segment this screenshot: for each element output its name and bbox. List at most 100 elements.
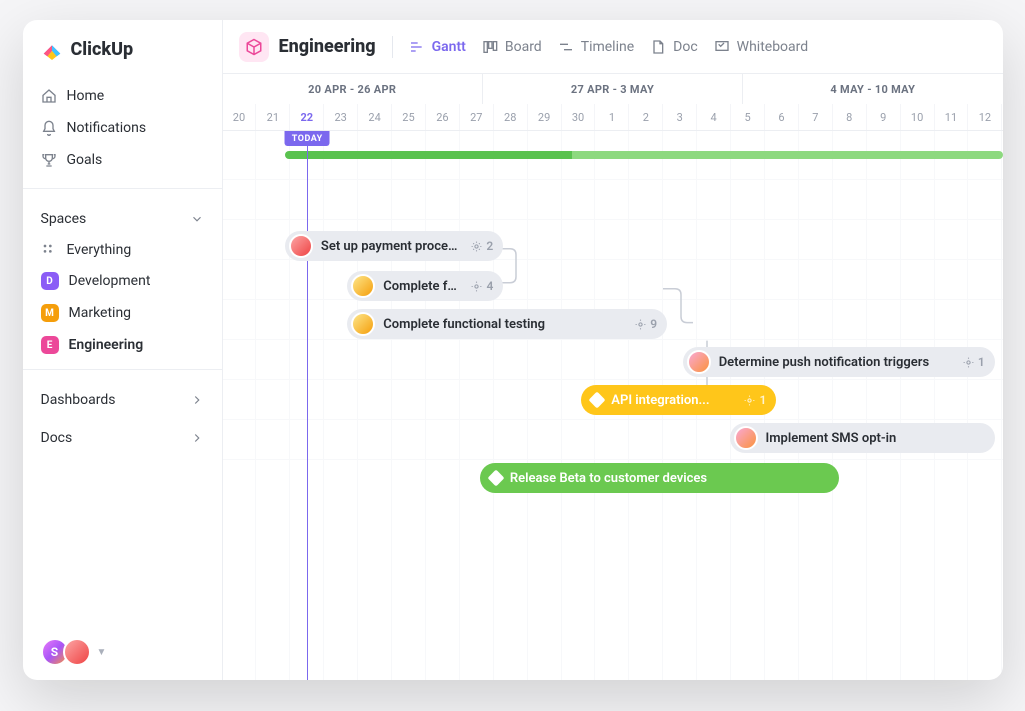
date-cell[interactable]: 28 (494, 104, 528, 130)
task-label: Complete functional testing (383, 317, 626, 332)
chevron-right-icon (190, 431, 204, 445)
date-cell[interactable]: 25 (392, 104, 426, 130)
date-cell[interactable]: 23 (324, 104, 358, 130)
date-cell[interactable]: 27 (460, 104, 494, 130)
space-badge: E (41, 336, 59, 354)
subtask-count: 2 (462, 239, 493, 253)
sidebar-item-everything[interactable]: Everything (23, 235, 222, 265)
task-label: API integration... (611, 393, 735, 408)
task-bar[interactable]: Complete functional testing 9 (347, 309, 667, 339)
view-tab-whiteboard[interactable]: Whiteboard (714, 39, 809, 55)
nav-home[interactable]: Home (31, 80, 214, 112)
today-line (307, 131, 308, 680)
subtask-icon (470, 240, 483, 253)
view-tab-gantt[interactable]: Gantt (409, 39, 466, 55)
avatar (351, 274, 375, 298)
logo-text: ClickUp (71, 39, 134, 60)
date-range: 20 APR - 26 APR (223, 74, 483, 104)
date-range: 4 MAY - 10 MAY (743, 74, 1002, 104)
subtask-count: 4 (462, 279, 493, 293)
date-cell[interactable]: 1 (595, 104, 629, 130)
chevron-down-icon (190, 212, 204, 226)
section-docs[interactable]: Docs (23, 416, 222, 454)
task-bar[interactable]: Complete functio... 4 (347, 271, 503, 301)
gantt-view[interactable]: TODAY Set up payment (223, 131, 1003, 680)
section-label: Dashboards (41, 392, 116, 408)
sidebar-item-label: Everything (67, 242, 132, 258)
sidebar-item-marketing[interactable]: M Marketing (23, 297, 222, 329)
date-cell[interactable]: 20 (223, 104, 257, 130)
bell-icon (41, 120, 57, 136)
task-bar-milestone[interactable]: Release Beta to customer devices (480, 463, 839, 493)
nav-goals[interactable]: Goals (31, 144, 214, 176)
nav-label: Goals (67, 152, 103, 168)
spaces-header[interactable]: Spaces (23, 197, 222, 235)
date-cell[interactable]: 12 (968, 104, 1002, 130)
user-menu[interactable]: S ▼ (23, 638, 222, 666)
space-badge: D (41, 272, 59, 290)
chevron-right-icon (190, 393, 204, 407)
task-bar[interactable]: Determine push notification triggers 1 (683, 347, 995, 377)
cube-icon (245, 38, 263, 56)
task-bar[interactable]: Set up payment processing 2 (285, 231, 503, 261)
logo[interactable]: ClickUp (23, 38, 222, 76)
page-title: Engineering (279, 36, 376, 57)
date-cell[interactable]: 5 (731, 104, 765, 130)
date-cell[interactable]: 3 (663, 104, 697, 130)
task-label: Set up payment processing (321, 239, 463, 254)
view-tab-board[interactable]: Board (482, 39, 542, 55)
sidebar-item-development[interactable]: D Development (23, 265, 222, 297)
view-tab-timeline[interactable]: Timeline (558, 39, 634, 55)
date-cell[interactable]: 24 (358, 104, 392, 130)
section-label: Docs (41, 430, 73, 446)
nav-label: Notifications (67, 120, 147, 136)
breadcrumb[interactable]: Engineering (239, 32, 376, 62)
whiteboard-icon (714, 39, 730, 55)
topbar: Engineering Gantt Board Timeline Doc (223, 20, 1003, 74)
avatar (63, 638, 91, 666)
main-content: Engineering Gantt Board Timeline Doc (223, 20, 1003, 680)
task-label: Release Beta to customer devices (510, 471, 829, 486)
task-bar-milestone[interactable]: API integration... 1 (581, 385, 776, 415)
divider (392, 36, 393, 58)
date-cell[interactable]: 30 (562, 104, 596, 130)
nav-notifications[interactable]: Notifications (31, 112, 214, 144)
date-cell[interactable]: 26 (426, 104, 460, 130)
space-icon (239, 32, 269, 62)
avatar (687, 350, 711, 374)
home-icon (41, 88, 57, 104)
view-tab-doc[interactable]: Doc (650, 39, 698, 55)
date-cell[interactable]: 4 (697, 104, 731, 130)
app-window: ClickUp Home Notifications Goals Spaces … (23, 20, 1003, 680)
sidebar-item-label: Engineering (69, 337, 144, 353)
task-bar[interactable]: Implement SMS opt-in (730, 423, 995, 453)
subtask-icon (634, 318, 647, 331)
date-cell[interactable]: 9 (867, 104, 901, 130)
date-cell[interactable]: 22 (290, 104, 324, 130)
timeline-icon (558, 39, 574, 55)
doc-icon (650, 39, 666, 55)
subtask-icon (470, 280, 483, 293)
date-cell[interactable]: 10 (901, 104, 935, 130)
spaces-header-label: Spaces (41, 211, 87, 227)
timeline-header: 20 APR - 26 APR27 APR - 3 MAY4 MAY - 10 … (223, 74, 1003, 131)
date-cell[interactable]: 7 (799, 104, 833, 130)
avatar (734, 426, 758, 450)
date-cell[interactable]: 8 (833, 104, 867, 130)
view-tab-label: Whiteboard (737, 39, 809, 55)
task-label: Implement SMS opt-in (766, 431, 985, 446)
date-cell[interactable]: 6 (765, 104, 799, 130)
gantt-icon (409, 39, 425, 55)
milestone-icon (487, 470, 504, 487)
view-tab-label: Timeline (581, 39, 634, 55)
date-cell[interactable]: 2 (629, 104, 663, 130)
date-cell[interactable]: 29 (528, 104, 562, 130)
section-dashboards[interactable]: Dashboards (23, 378, 222, 416)
date-cell[interactable]: 11 (935, 104, 969, 130)
subtask-icon (962, 356, 975, 369)
sidebar-item-engineering[interactable]: E Engineering (23, 329, 222, 361)
sidebar-item-label: Development (69, 273, 151, 289)
view-tab-label: Board (505, 39, 542, 55)
date-cell[interactable]: 21 (256, 104, 290, 130)
subtask-icon (743, 394, 756, 407)
